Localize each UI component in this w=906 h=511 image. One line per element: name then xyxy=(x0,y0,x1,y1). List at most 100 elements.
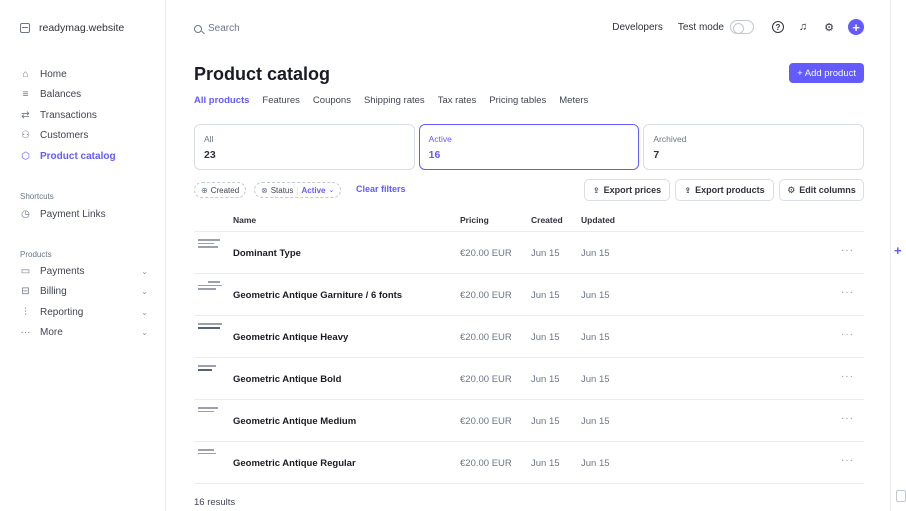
results-count: 16 results xyxy=(194,497,236,508)
column-header-updated[interactable]: Updated xyxy=(581,215,615,225)
table-row[interactable]: Dominant Type €20.00 EUR Jun 15 Jun 15 ·… xyxy=(194,232,864,274)
table-header: Name Pricing Created Updated xyxy=(194,210,864,232)
sidebar-item-home[interactable]: ⌂ Home xyxy=(20,64,160,85)
sidebar-item-label: Payment Links xyxy=(40,208,106,220)
bell-icon[interactable]: ♫ xyxy=(796,20,810,34)
expand-plus-icon[interactable]: + xyxy=(894,243,902,258)
row-more-icon[interactable]: ··· xyxy=(841,413,854,424)
product-name[interactable]: Geometric Antique Heavy xyxy=(233,332,348,343)
plus-circle-icon: ⊕ xyxy=(201,185,208,195)
search-placeholder: Search xyxy=(208,23,240,34)
product-name[interactable]: Geometric Antique Medium xyxy=(233,416,356,427)
sidebar-item-label: Home xyxy=(40,68,67,80)
product-name[interactable]: Geometric Antique Bold xyxy=(233,374,341,385)
row-more-icon[interactable]: ··· xyxy=(841,245,854,256)
panel-icon[interactable] xyxy=(896,490,906,502)
clear-filters-link[interactable]: Clear filters xyxy=(356,184,406,194)
tab-features[interactable]: Features xyxy=(262,95,300,112)
table-row[interactable]: Geometric Antique Medium €20.00 EUR Jun … xyxy=(194,400,864,442)
product-thumbnail xyxy=(198,281,222,293)
product-thumbnail xyxy=(198,323,222,335)
card-label: Archived xyxy=(653,134,687,144)
search-input[interactable]: Search xyxy=(194,23,240,34)
card-archived[interactable]: Archived 7 xyxy=(643,124,865,170)
table-row[interactable]: Geometric Antique Garniture / 6 fonts €2… xyxy=(194,274,864,316)
sidebar-item-billing[interactable]: ⊟ Billing ⌄ xyxy=(20,282,160,303)
shortcuts-heading: Shortcuts xyxy=(20,192,54,201)
create-plus-icon[interactable]: + xyxy=(848,19,864,35)
export-prices-button[interactable]: ⇪ Export prices xyxy=(584,179,670,201)
balances-icon: ≡ xyxy=(22,89,29,101)
tab-tax-rates[interactable]: Tax rates xyxy=(438,95,477,112)
sidebar-item-label: Balances xyxy=(40,89,82,101)
chevron-down-icon[interactable]: ⌄ xyxy=(141,287,148,296)
product-thumbnail xyxy=(198,449,222,461)
chevron-down-icon[interactable]: ⌄ xyxy=(141,308,148,317)
row-more-icon[interactable]: ··· xyxy=(841,455,854,466)
topbar: Search Developers Test mode ? ♫ ⚙ + xyxy=(166,0,890,58)
card-all[interactable]: All 23 xyxy=(194,124,415,170)
filter-bar: ⊕ Created ⊗ Status | Active ⌄ Clear filt… xyxy=(194,179,864,201)
product-thumbnail xyxy=(198,407,222,419)
test-mode-label: Test mode xyxy=(677,21,724,33)
sidebar-item-balances[interactable]: ≡ Balances xyxy=(20,85,160,106)
help-icon[interactable]: ? xyxy=(772,21,784,33)
account-switcher[interactable]: readymag.website xyxy=(20,22,124,34)
add-product-button[interactable]: + Add product xyxy=(789,63,864,83)
table-row[interactable]: Geometric Antique Regular €20.00 EUR Jun… xyxy=(194,442,864,484)
card-active[interactable]: Active 16 xyxy=(418,124,640,170)
table-row[interactable]: Geometric Antique Bold €20.00 EUR Jun 15… xyxy=(194,358,864,400)
product-updated: Jun 15 xyxy=(581,290,610,301)
chevron-down-icon: ⌄ xyxy=(328,187,335,194)
status-cards: All 23 Active 16 Archived 7 xyxy=(194,124,865,170)
sidebar-item-more[interactable]: ··· More ⌄ xyxy=(20,323,160,344)
developers-link[interactable]: Developers xyxy=(612,22,663,33)
tab-shipping-rates[interactable]: Shipping rates xyxy=(364,95,425,112)
product-name[interactable]: Dominant Type xyxy=(233,248,301,259)
sidebar-item-label: Transactions xyxy=(40,109,97,121)
test-mode-toggle[interactable] xyxy=(730,20,754,34)
product-pricing: €20.00 EUR xyxy=(460,248,512,259)
export-products-button[interactable]: ⇪ Export products xyxy=(675,179,774,201)
column-header-pricing[interactable]: Pricing xyxy=(460,215,489,225)
product-created: Jun 15 xyxy=(531,290,560,301)
tab-all-products[interactable]: All products xyxy=(194,95,249,112)
sidebar-item-label: Payments xyxy=(40,265,85,277)
row-more-icon[interactable]: ··· xyxy=(841,287,854,298)
sidebar-item-payments[interactable]: ▭ Payments ⌄ xyxy=(20,261,160,282)
sidebar-item-reporting[interactable]: ⫶ Reporting ⌄ xyxy=(20,302,160,323)
chevron-down-icon[interactable]: ⌄ xyxy=(141,267,148,276)
status-filter-chip[interactable]: ⊗ Status | Active ⌄ xyxy=(254,182,342,198)
row-more-icon[interactable]: ··· xyxy=(841,329,854,340)
products-nav: ▭ Payments ⌄ ⊟ Billing ⌄ ⫶ Reporting ⌄ ·… xyxy=(20,261,160,343)
column-header-created[interactable]: Created xyxy=(531,215,563,225)
product-name[interactable]: Geometric Antique Regular xyxy=(233,458,356,469)
sidebar-item-product-catalog[interactable]: ⬡ Product catalog xyxy=(20,146,160,167)
sidebar-item-customers[interactable]: ⚇ Customers xyxy=(20,126,160,147)
product-name[interactable]: Geometric Antique Garniture / 6 fonts xyxy=(233,290,402,301)
row-more-icon[interactable]: ··· xyxy=(841,371,854,382)
created-filter-chip[interactable]: ⊕ Created xyxy=(194,182,247,198)
column-header-name[interactable]: Name xyxy=(233,215,256,225)
product-updated: Jun 15 xyxy=(581,248,610,259)
product-created: Jun 15 xyxy=(531,332,560,343)
tab-meters[interactable]: Meters xyxy=(559,95,588,112)
sidebar-item-transactions[interactable]: ⇄ Transactions xyxy=(20,105,160,126)
table-row[interactable]: Geometric Antique Heavy €20.00 EUR Jun 1… xyxy=(194,316,864,358)
sidebar-item-payment-links[interactable]: ◷ Payment Links xyxy=(20,204,160,225)
sidebar-item-label: More xyxy=(40,327,63,339)
chip-value: Active xyxy=(301,185,326,195)
settings-icon[interactable]: ⚙ xyxy=(822,20,836,34)
product-updated: Jun 15 xyxy=(581,374,610,385)
product-created: Jun 15 xyxy=(531,374,560,385)
account-icon xyxy=(20,23,30,33)
account-name: readymag.website xyxy=(39,22,125,34)
remove-circle-icon: ⊗ xyxy=(261,185,268,195)
reporting-icon: ⫶ xyxy=(24,306,27,318)
chevron-down-icon[interactable]: ⌄ xyxy=(141,328,148,337)
tab-coupons[interactable]: Coupons xyxy=(313,95,351,112)
tab-pricing-tables[interactable]: Pricing tables xyxy=(489,95,546,112)
card-label: All xyxy=(204,134,214,144)
edit-columns-button[interactable]: ⚙ Edit columns xyxy=(779,179,864,201)
product-updated: Jun 15 xyxy=(581,458,610,469)
